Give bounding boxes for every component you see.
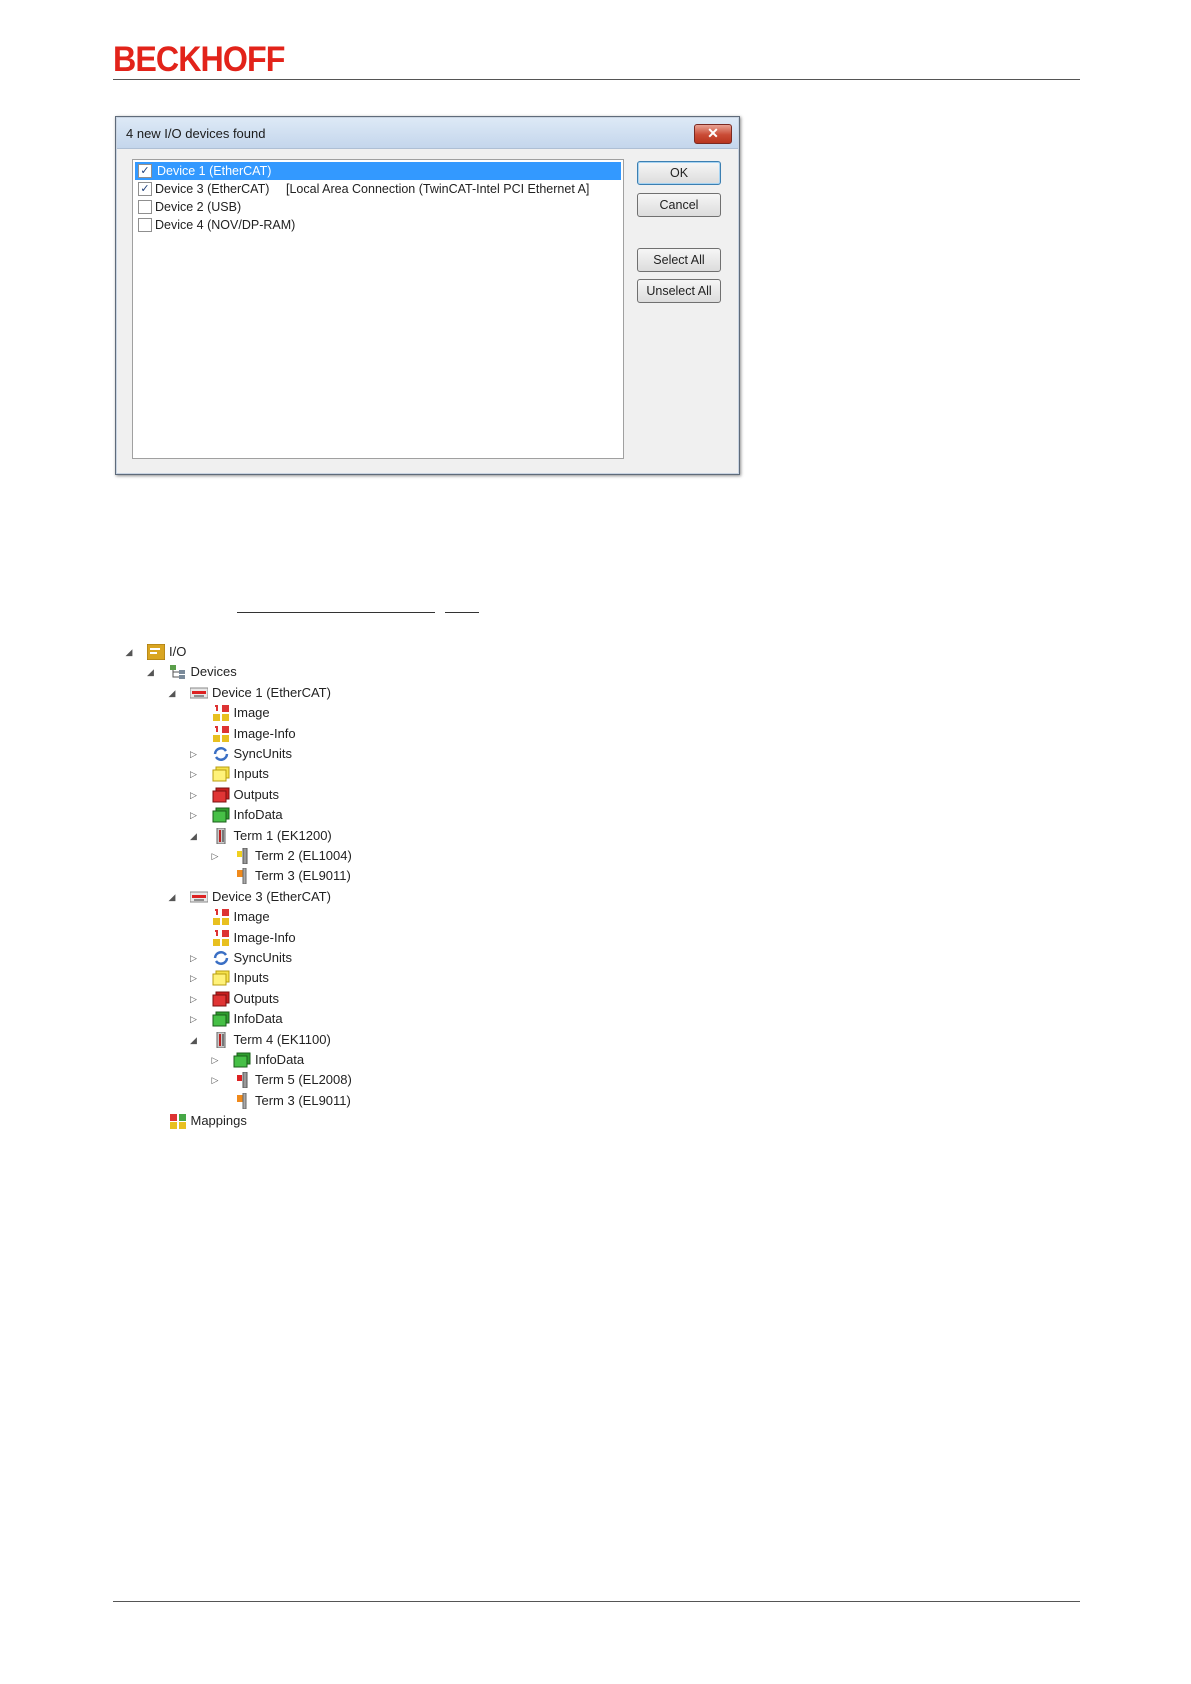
device-list-item[interactable]: ✓ Device 3 (EtherCAT) [Local Area Connecti… xyxy=(135,180,621,198)
expand-arrow-icon[interactable]: ▷ xyxy=(189,769,199,780)
tree-node-label[interactable]: Device 1 (EtherCAT) xyxy=(212,683,331,703)
device-label: Device 1 (EtherCAT) xyxy=(155,162,274,180)
device-label: Device 4 (NOV/DP-RAM) xyxy=(155,218,296,232)
expand-arrow-icon[interactable]: ▷ xyxy=(189,790,199,801)
tree-node-label[interactable]: I/O xyxy=(169,642,186,662)
expand-arrow-icon[interactable]: ▷ xyxy=(189,810,199,821)
devices-icon xyxy=(169,664,187,680)
tree-node-label[interactable]: InfoData xyxy=(234,805,283,825)
expand-arrow-icon[interactable]: ▷ xyxy=(210,1075,220,1086)
input-terminal-icon xyxy=(233,847,251,865)
device-checkbox[interactable] xyxy=(138,218,152,232)
link-underline[interactable] xyxy=(445,612,479,613)
device-list[interactable]: ✓ Device 1 (EtherCAT) ✓ Device 3 (EtherCAT)… xyxy=(132,159,624,459)
tree-node-label[interactable]: Term 2 (EL1004) xyxy=(255,846,352,866)
collapse-arrow-icon[interactable]: ◢ xyxy=(189,1035,199,1046)
footer-rule xyxy=(113,1601,1080,1602)
tree-node-label[interactable]: Term 3 (EL9011) xyxy=(255,1091,351,1111)
collapse-arrow-icon[interactable]: ◢ xyxy=(146,667,156,678)
device-label: Device 3 (EtherCAT) xyxy=(155,182,270,196)
tree-node-label[interactable]: Image xyxy=(234,703,270,723)
expand-arrow-icon[interactable]: ▷ xyxy=(210,851,220,862)
tree-node-label[interactable]: Image xyxy=(234,907,270,927)
collapse-arrow-icon[interactable]: ◢ xyxy=(167,892,177,903)
io-folder-icon xyxy=(146,643,166,661)
tree-node-label[interactable]: Device 3 (EtherCAT) xyxy=(212,887,331,907)
tree-node-label[interactable]: SyncUnits xyxy=(234,948,293,968)
tree-node-label[interactable]: InfoData xyxy=(234,1009,283,1029)
device-list-item[interactable]: Device 2 (USB) xyxy=(135,198,621,216)
collapse-arrow-icon[interactable]: ◢ xyxy=(124,647,134,658)
tree-node-label[interactable]: Outputs xyxy=(234,989,280,1009)
unselect-all-button[interactable]: Unselect All xyxy=(637,279,721,303)
device-label: Device 2 (USB) xyxy=(155,200,242,214)
image-icon xyxy=(212,909,230,926)
header-rule xyxy=(113,79,1080,80)
select-all-button[interactable]: Select All xyxy=(637,248,721,272)
close-button[interactable]: ✕ xyxy=(694,124,732,144)
tree-node-label[interactable]: Term 3 (EL9011) xyxy=(255,866,351,886)
expand-arrow-icon[interactable]: ▷ xyxy=(189,1014,199,1025)
collapse-arrow-icon[interactable]: ◢ xyxy=(167,688,177,699)
expand-arrow-icon[interactable]: ▷ xyxy=(210,1055,220,1066)
inputs-icon xyxy=(212,766,230,782)
output-terminal-icon xyxy=(233,1071,251,1089)
dialog-title: 4 new I/O devices found xyxy=(126,126,266,141)
mappings-icon xyxy=(169,1113,187,1130)
syncunits-icon xyxy=(212,950,230,966)
tree-node-label[interactable]: InfoData xyxy=(255,1050,304,1070)
end-terminal-icon xyxy=(233,1092,251,1110)
ok-button[interactable]: OK xyxy=(637,161,721,185)
device-checkbox[interactable] xyxy=(138,200,152,214)
tree-node-label[interactable]: Image-Info xyxy=(234,928,296,948)
inputs-icon xyxy=(212,970,230,986)
image-info-icon xyxy=(212,725,230,742)
device-checkbox[interactable]: ✓ xyxy=(138,182,152,196)
tree-node-label[interactable]: SyncUnits xyxy=(234,744,293,764)
expand-arrow-icon[interactable]: ▷ xyxy=(189,994,199,1005)
outputs-icon xyxy=(212,991,230,1007)
tree-node-label[interactable]: Inputs xyxy=(234,968,269,988)
infodata-icon xyxy=(233,1052,251,1068)
device-list-item[interactable]: ✓ Device 1 (EtherCAT) xyxy=(135,162,621,180)
coupler-icon xyxy=(212,1031,230,1049)
link-underline[interactable] xyxy=(237,612,435,613)
ethercat-device-icon xyxy=(189,889,209,905)
image-info-icon xyxy=(212,929,230,946)
tree-node-label[interactable]: Term 1 (EK1200) xyxy=(234,826,332,846)
tree-node-label[interactable]: Outputs xyxy=(234,785,280,805)
infodata-icon xyxy=(212,1011,230,1027)
device-checkbox[interactable]: ✓ xyxy=(138,164,152,178)
new-io-devices-dialog: 4 new I/O devices found ✕ ✓ Device 1 (Eth… xyxy=(115,116,740,475)
tree-node-label[interactable]: Term 4 (EK1100) xyxy=(234,1030,331,1050)
tree-node-label[interactable]: Image-Info xyxy=(234,724,296,744)
image-icon xyxy=(212,705,230,722)
tree-node-label[interactable]: Mappings xyxy=(191,1111,247,1131)
expand-arrow-icon[interactable]: ▷ xyxy=(189,953,199,964)
tree-node-label[interactable]: Devices xyxy=(191,662,237,682)
outputs-icon xyxy=(212,787,230,803)
device-list-item[interactable]: Device 4 (NOV/DP-RAM) xyxy=(135,216,621,234)
tree-node-label[interactable]: Inputs xyxy=(234,764,269,784)
device-connection: [Local Area Connection (TwinCAT-Intel PC… xyxy=(286,182,590,196)
cancel-button[interactable]: Cancel xyxy=(637,193,721,217)
dialog-titlebar[interactable]: 4 new I/O devices found ✕ xyxy=(117,118,738,149)
beckhoff-logo: BECKHOFF xyxy=(113,40,285,79)
expand-arrow-icon[interactable]: ▷ xyxy=(189,749,199,760)
infodata-icon xyxy=(212,807,230,823)
expand-arrow-icon[interactable]: ▷ xyxy=(189,973,199,984)
syncunits-icon xyxy=(212,746,230,762)
collapse-arrow-icon[interactable]: ◢ xyxy=(189,831,199,842)
tree-node-label[interactable]: Term 5 (EL2008) xyxy=(255,1070,352,1090)
end-terminal-icon xyxy=(233,867,251,885)
coupler-icon xyxy=(212,827,230,845)
ethercat-device-icon xyxy=(189,685,209,701)
